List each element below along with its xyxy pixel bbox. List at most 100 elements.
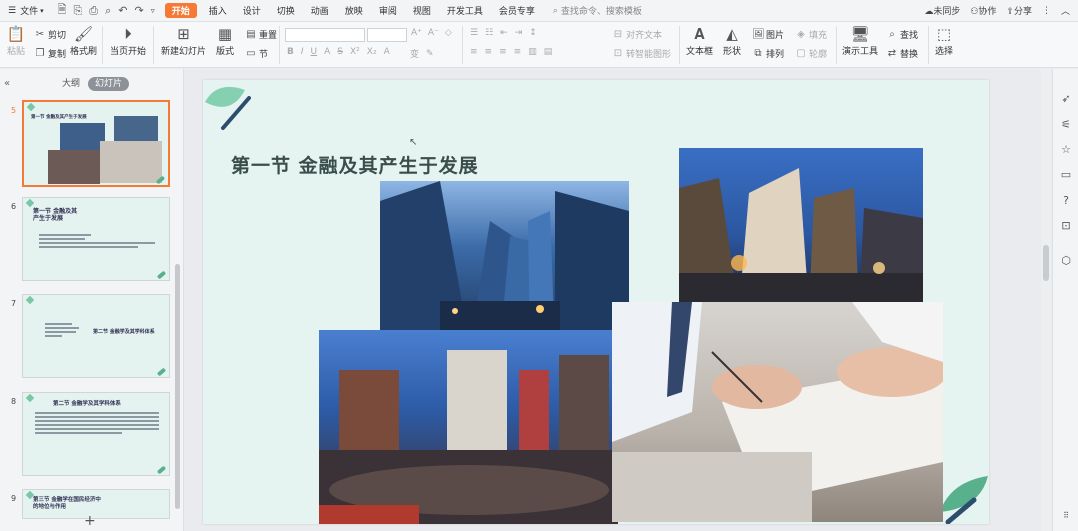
add-slide-button[interactable]: + [84, 513, 96, 529]
print-icon[interactable]: ⎙ [89, 4, 98, 18]
tab-developer[interactable]: 开发工具 [439, 0, 491, 22]
tab-home[interactable]: 开始 [164, 3, 197, 18]
star-icon[interactable]: ☆ [1059, 143, 1073, 157]
backup-icon[interactable]: ⊡ [1059, 219, 1073, 233]
tab-insert[interactable]: 插入 [201, 0, 235, 22]
tab-design[interactable]: 设计 [235, 0, 269, 22]
justify-icon[interactable]: ≡ [514, 47, 522, 57]
canvas-scrollbar[interactable] [1041, 69, 1051, 531]
italic-icon[interactable]: I [301, 47, 304, 57]
outline-button[interactable]: ▢ 轮廓 [795, 47, 827, 61]
preview-icon[interactable]: ⌕ [105, 4, 111, 18]
align-center-icon[interactable]: ≡ [485, 47, 493, 57]
app-menu-button[interactable]: ☰ 文件 ▾ [0, 0, 52, 22]
tab-animation[interactable]: 动画 [303, 0, 337, 22]
photo-skyscrapers[interactable] [380, 181, 629, 346]
tab-slides[interactable]: 幻灯片 [88, 77, 130, 91]
comment-icon[interactable]: ▭ [1059, 168, 1073, 182]
thumbnail-scrollbar[interactable] [175, 264, 180, 509]
highlight-icon[interactable]: ✎ [426, 49, 434, 59]
columns-icon[interactable]: ▤ [544, 47, 553, 57]
collab-label: 协作 [978, 7, 997, 17]
tab-member[interactable]: 会员专享 [491, 0, 543, 22]
sync-button[interactable]: ☁未同步 [924, 4, 960, 17]
find-icon: ⌕ [889, 28, 895, 40]
reset-button[interactable]: ▤ 重置 [245, 28, 277, 42]
underline-icon[interactable]: U [311, 47, 318, 57]
tab-view[interactable]: 视图 [405, 0, 439, 22]
find-button[interactable]: ⌕ 查找 [886, 28, 918, 42]
convert-smartart-button[interactable]: ⊡ 转智能图形 [612, 47, 671, 61]
tab-slideshow[interactable]: 放映 [337, 0, 371, 22]
paste-button[interactable]: 📋 粘贴 [6, 25, 26, 57]
bold-icon[interactable]: B [287, 47, 294, 57]
phonetic-icon[interactable]: 变 [410, 47, 419, 60]
photo-city-street[interactable] [679, 148, 923, 309]
font-family-select[interactable] [285, 28, 365, 42]
collapse-ribbon-icon[interactable]: ︿ [1061, 4, 1070, 17]
select-button[interactable]: ⬚ 选择 [934, 25, 954, 57]
present-tool-button[interactable]: 🖥 演示工具 [842, 25, 878, 57]
save-icon[interactable]: 🗎 [58, 1, 67, 20]
align-right-icon[interactable]: ≡ [499, 47, 507, 57]
font-color-icon[interactable]: A [384, 47, 390, 57]
rocket-icon[interactable]: ➶ [1059, 92, 1073, 106]
font-size-select[interactable] [367, 28, 407, 42]
distribute-icon[interactable]: ▥ [528, 47, 537, 57]
align-text-button[interactable]: ⊟ 对齐文本 [612, 28, 662, 42]
properties-icon[interactable]: ⚟ [1059, 118, 1073, 132]
cube-icon[interactable]: ⬡ [1059, 254, 1073, 268]
slide-thumbnail-7[interactable]: 第二节 金融学及其学科体系 [22, 294, 170, 378]
shadow-icon[interactable]: A [324, 47, 330, 57]
customize-icon[interactable]: ▿ [151, 6, 155, 15]
cut-button[interactable]: ✂ 剪切 [34, 28, 66, 42]
redo-icon[interactable]: ↷ [134, 4, 143, 17]
help-icon[interactable]: ? [1059, 194, 1073, 208]
superscript-icon[interactable]: X² [350, 47, 360, 57]
tab-outline[interactable]: 大纲 [55, 77, 87, 91]
shape-button[interactable]: ◭ 形状 [722, 25, 742, 57]
shrink-font-icon[interactable]: A⁻ [428, 28, 439, 38]
slide-thumbnail-6[interactable]: 第一节 金融及其产生于发展 [22, 197, 170, 281]
photo-document-signing[interactable] [612, 302, 943, 522]
tab-transition[interactable]: 切换 [269, 0, 303, 22]
more-icon[interactable]: ⋮ [1042, 6, 1051, 16]
copy-button[interactable]: ❐ 复制 [34, 47, 67, 61]
slide-title[interactable]: 第一节 金融及其产生于发展 [231, 151, 479, 178]
scrollbar-thumb[interactable] [1043, 245, 1049, 281]
slide-thumbnail-5[interactable]: 第一节 金融及其产生于发展 [22, 100, 170, 187]
clear-format-icon[interactable]: ◇ [445, 28, 452, 38]
from-current-slide-button[interactable]: ⏵ 当页开始 [110, 25, 146, 57]
slide-canvas[interactable]: 第一节 金融及其产生于发展 [203, 80, 989, 524]
slide-thumbnail-8[interactable]: 第二节 金融学及其学科体系 [22, 392, 170, 476]
section-button[interactable]: ▭ 节 [245, 47, 268, 61]
new-slide-button[interactable]: ⊞ 新建幻灯片 [161, 25, 206, 57]
replace-button[interactable]: ⇄ 替换 [886, 47, 918, 61]
tab-review[interactable]: 审阅 [371, 0, 405, 22]
format-painter-button[interactable]: 🖌 格式刷 [70, 25, 97, 57]
layout-button[interactable]: ▦ 版式 [215, 25, 235, 57]
align-left-icon[interactable]: ≡ [470, 47, 478, 57]
skyscrapers-image [380, 181, 629, 346]
arrange-button[interactable]: ⧉ 排列 [752, 47, 784, 61]
subscript-icon[interactable]: X₂ [367, 47, 377, 57]
number-list-icon[interactable]: ☷ [485, 28, 493, 38]
picture-button[interactable]: 🖼 图片 [752, 28, 784, 42]
textbox-button[interactable]: 𝐀 文本框 [686, 25, 713, 57]
grip-icon[interactable]: ⠿ [1059, 509, 1073, 523]
thumb-title: 第一节 金融及其产生于发展 [33, 208, 78, 222]
grow-font-icon[interactable]: A⁺ [411, 28, 422, 38]
line-spacing-icon[interactable]: ↕ [529, 28, 537, 38]
outdent-icon[interactable]: ⇥ [515, 28, 523, 38]
photo-crowd-crossing[interactable] [319, 330, 618, 524]
slide-thumbnail-9[interactable]: 第三节 金融学在国民经济中的地位与作用 [22, 489, 170, 519]
bullet-list-icon[interactable]: ☰ [470, 28, 478, 38]
fill-button[interactable]: ◈ 填充 [795, 28, 827, 42]
collab-button[interactable]: ⚇协作 [970, 4, 996, 17]
strike-icon[interactable]: S [337, 47, 343, 57]
indent-icon[interactable]: ⇤ [500, 28, 508, 38]
share-button[interactable]: ⇪分享 [1006, 4, 1032, 17]
command-search[interactable]: ⌕ 查找命令、搜索模板 [553, 4, 642, 18]
undo-icon[interactable]: ↶ [118, 4, 127, 17]
export-icon[interactable]: ⎘ [73, 4, 82, 18]
